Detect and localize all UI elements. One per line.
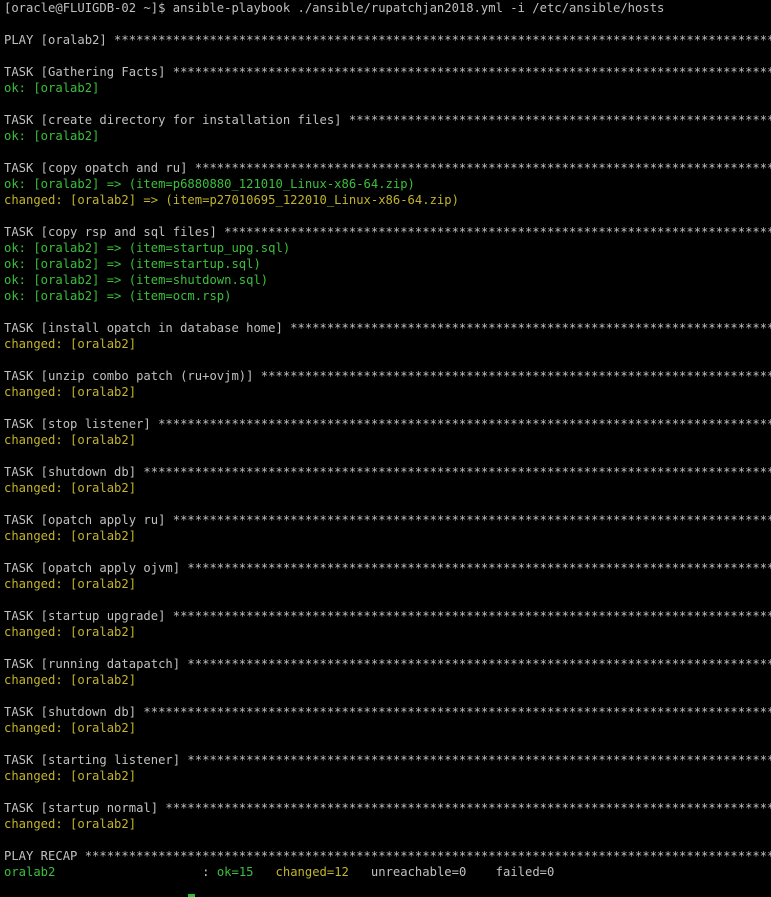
task-header-line: TASK [opatch apply ru] *****************…	[4, 512, 771, 528]
line-text: :	[55, 865, 217, 879]
line-text: changed: [oralab2]	[4, 577, 137, 591]
line-text: TASK [shutdown db] *********************…	[4, 465, 771, 479]
line-text: TASK [create directory for installation …	[4, 113, 771, 127]
task-result-line: ok: [oralab2] => (item=p6880880_121010_L…	[4, 176, 771, 192]
line-text: unreachable=0 failed=0	[348, 865, 555, 879]
line-text: TASK [unzip combo patch (ru+ovjm)] *****…	[4, 369, 771, 383]
task-result-line: changed: [oralab2]	[4, 720, 771, 736]
task-result-line: changed: [oralab2]	[4, 624, 771, 640]
line-text: TASK [running datapatch] ***************…	[4, 657, 771, 671]
task-result-line: ok: [oralab2] => (item=ocm.rsp)	[4, 288, 771, 304]
task-header-line: TASK [Gathering Facts] *****************…	[4, 64, 771, 80]
line-text: changed: [oralab2]	[4, 529, 137, 543]
line-text: TASK [Gathering Facts] *****************…	[4, 65, 771, 79]
task-result-line: changed: [oralab2]	[4, 768, 771, 784]
play-recap-row: oralab2 : ok=15 changed=12 unreachable=0…	[4, 864, 771, 880]
task-header-line: TASK [startup normal] ******************…	[4, 800, 771, 816]
line-text: TASK [starting listener] ***************…	[4, 753, 771, 767]
task-result-line: ok: [oralab2] => (item=startup.sql)	[4, 256, 771, 272]
task-header-line: TASK [unzip combo patch (ru+ovjm)] *****…	[4, 368, 771, 384]
line-text: ok: [oralab2] => (item=startup_upg.sql)	[4, 241, 291, 255]
line-text: changed=12	[275, 865, 349, 879]
line-text: ok=15	[216, 865, 254, 879]
line-text: changed: [oralab2]	[4, 673, 137, 687]
task-header-line: TASK [opatch apply ojvm] ***************…	[4, 560, 771, 576]
task-result-line: changed: [oralab2]	[4, 672, 771, 688]
task-header-line: TASK [shutdown db] *********************…	[4, 464, 771, 480]
terminal-output[interactable]: [oracle@FLUIGDB-02 ~]$ ansible-playbook …	[4, 0, 771, 880]
line-text: ok: [oralab2]	[4, 129, 100, 143]
line-text: [oracle@FLUIGDB-02 ~]$ ansible-playbook …	[4, 1, 665, 15]
line-text: ok: [oralab2] => (item=p6880880_121010_L…	[4, 177, 415, 191]
line-text: TASK [stop listener] *******************…	[4, 417, 771, 431]
task-header-line: TASK [startup upgrade] *****************…	[4, 608, 771, 624]
line-text: changed: [oralab2]	[4, 769, 137, 783]
command-prompt-line: [oracle@FLUIGDB-02 ~]$ ansible-playbook …	[4, 0, 771, 16]
task-result-line: changed: [oralab2]	[4, 576, 771, 592]
line-text: TASK [opatch apply ru] *****************…	[4, 513, 771, 527]
line-text	[254, 865, 276, 879]
line-text: TASK [copy rsp and sql files] **********…	[4, 225, 771, 239]
task-result-line: changed: [oralab2]	[4, 432, 771, 448]
task-result-line: changed: [oralab2] => (item=p27010695_12…	[4, 192, 771, 208]
line-text: changed: [oralab2]	[4, 817, 137, 831]
task-header-line: TASK [shutdown db] *********************…	[4, 704, 771, 720]
task-result-line: changed: [oralab2]	[4, 336, 771, 352]
play-recap-header-line: PLAY RECAP *****************************…	[4, 848, 771, 864]
line-text: TASK [startup normal] ******************…	[4, 801, 771, 815]
task-header-line: TASK [stop listener] *******************…	[4, 416, 771, 432]
task-result-line: ok: [oralab2] => (item=shutdown.sql)	[4, 272, 771, 288]
task-result-line: ok: [oralab2]	[4, 80, 771, 96]
line-text: changed: [oralab2]	[4, 721, 137, 735]
task-result-line: ok: [oralab2] => (item=startup_upg.sql)	[4, 240, 771, 256]
line-text: changed: [oralab2] => (item=p27010695_12…	[4, 193, 459, 207]
line-text: PLAY [oralab2] *************************…	[4, 33, 771, 47]
task-result-line: changed: [oralab2]	[4, 816, 771, 832]
play-header-line: PLAY [oralab2] *************************…	[4, 32, 771, 48]
line-text: oralab2	[4, 865, 56, 879]
task-header-line: TASK [install opatch in database home] *…	[4, 320, 771, 336]
task-header-line: TASK [create directory for installation …	[4, 112, 771, 128]
line-text: PLAY RECAP *****************************…	[4, 849, 771, 863]
line-text: changed: [oralab2]	[4, 625, 137, 639]
line-text: TASK [startup upgrade] *****************…	[4, 609, 771, 623]
line-text: ok: [oralab2] => (item=ocm.rsp)	[4, 289, 232, 303]
task-header-line: TASK [running datapatch] ***************…	[4, 656, 771, 672]
line-text: changed: [oralab2]	[4, 337, 137, 351]
line-text: ok: [oralab2]	[4, 81, 100, 95]
task-header-line: TASK [copy rsp and sql files] **********…	[4, 224, 771, 240]
line-text: ok: [oralab2] => (item=startup.sql)	[4, 257, 261, 271]
task-header-line: TASK [starting listener] ***************…	[4, 752, 771, 768]
task-header-line: TASK [copy opatch and ru] **************…	[4, 160, 771, 176]
line-text: changed: [oralab2]	[4, 481, 137, 495]
line-text: TASK [opatch apply ojvm] ***************…	[4, 561, 771, 575]
task-result-line: changed: [oralab2]	[4, 528, 771, 544]
line-text: TASK [install opatch in database home] *…	[4, 321, 771, 335]
line-text: ok: [oralab2] => (item=shutdown.sql)	[4, 273, 269, 287]
line-text: TASK [shutdown db] *********************…	[4, 705, 771, 719]
line-text: changed: [oralab2]	[4, 433, 137, 447]
task-result-line: changed: [oralab2]	[4, 480, 771, 496]
task-result-line: ok: [oralab2]	[4, 128, 771, 144]
line-text: TASK [copy opatch and ru] **************…	[4, 161, 771, 175]
line-text: changed: [oralab2]	[4, 385, 137, 399]
task-result-line: changed: [oralab2]	[4, 384, 771, 400]
